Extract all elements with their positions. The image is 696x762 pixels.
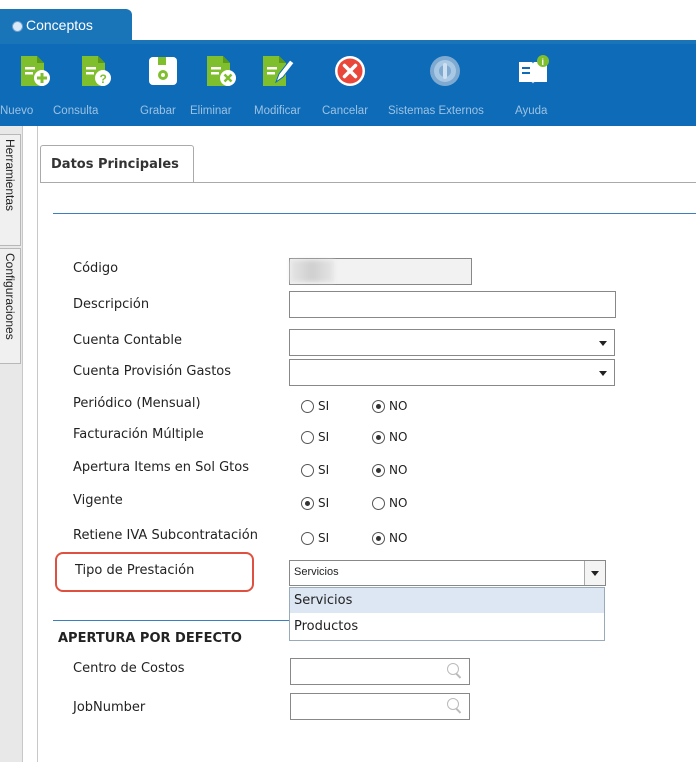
doc-query-icon: ?	[82, 56, 111, 86]
side-tab-label: Herramientas	[3, 139, 17, 212]
facturacion-no-radio[interactable]	[372, 431, 385, 444]
radio-no-label: NO	[389, 531, 408, 545]
dropdown-option-productos[interactable]: Productos	[290, 614, 604, 639]
apertura-items-label: Apertura Items en Sol Gtos	[73, 460, 249, 475]
tipo-prestacion-select[interactable]: Servicios	[289, 560, 606, 586]
radio-no-label: NO	[389, 399, 408, 413]
tipo-prestacion-dropdown: Servicios Productos	[289, 587, 605, 641]
chevron-down-icon	[599, 341, 607, 346]
facturacion-label: Facturación Múltiple	[73, 427, 204, 442]
cuenta-contable-select[interactable]	[289, 329, 615, 356]
apertura-title: APERTURA POR DEFECTO	[58, 631, 242, 646]
codigo-label: Código	[73, 261, 119, 276]
chevron-down-icon	[599, 371, 607, 376]
retiene-iva-no-radio[interactable]	[372, 532, 385, 545]
periodico-si-radio[interactable]	[301, 400, 314, 413]
cancelar-label: Cancelar	[322, 105, 369, 117]
sistemas-externos-button[interactable]: Sistemas Externos	[386, 44, 510, 126]
section-divider	[53, 213, 696, 214]
chevron-down-icon	[591, 571, 599, 576]
tab-conceptos[interactable]: Conceptos	[0, 9, 132, 44]
apertura-divider	[53, 620, 289, 621]
retiene-iva-si-radio[interactable]	[301, 532, 314, 545]
tab-label: Datos Principales	[51, 157, 179, 172]
jobnumber-label: JobNumber	[73, 700, 146, 715]
doc-add-icon	[21, 56, 50, 86]
radio-si-label: SI	[318, 463, 330, 477]
doc-delete-icon	[207, 56, 236, 86]
radio-si-label: SI	[318, 399, 330, 413]
jobnumber-input[interactable]	[290, 693, 470, 720]
radio-no-label: NO	[389, 463, 408, 477]
window-tab-bar: Conceptos	[0, 0, 696, 44]
nuevo-button[interactable]: Nuevo	[0, 44, 50, 126]
tipo-prestacion-label: Tipo de Prestación	[75, 563, 195, 578]
external-systems-icon	[430, 56, 460, 86]
radio-si-label: SI	[318, 430, 330, 444]
radio-si-label: SI	[318, 531, 330, 545]
retiene-iva-label: Retiene IVA Subcontratación	[73, 528, 258, 543]
side-tab-label: Configuraciones	[3, 253, 17, 340]
cuenta-contable-label: Cuenta Contable	[73, 333, 182, 348]
side-tab-configuraciones[interactable]: Configuraciones	[0, 248, 21, 364]
tab-baseline	[40, 182, 696, 183]
ayuda-label: Ayuda	[515, 105, 548, 117]
cuenta-provision-label: Cuenta Provisión Gastos	[73, 364, 232, 379]
eliminar-label: Eliminar	[190, 105, 232, 117]
cancelar-button[interactable]: Cancelar	[322, 44, 378, 126]
radio-no-label: NO	[389, 496, 408, 510]
radio-no-label: NO	[389, 430, 408, 444]
dropdown-option-servicios[interactable]: Servicios	[290, 588, 604, 613]
periodico-no-radio[interactable]	[372, 400, 385, 413]
tab-dot-icon	[12, 21, 23, 32]
tab-title: Conceptos	[26, 17, 93, 33]
centro-costos-input[interactable]	[290, 658, 470, 685]
side-tab-herramientas[interactable]: Herramientas	[0, 134, 21, 246]
search-icon[interactable]	[447, 663, 459, 675]
grabar-button[interactable]: Grabar	[140, 44, 184, 126]
tipo-prestacion-value: Servicios	[294, 566, 339, 578]
save-icon	[149, 57, 177, 85]
codigo-value-redacted	[290, 260, 334, 282]
tab-datos-principales[interactable]: Datos Principales	[40, 145, 194, 183]
descripcion-input[interactable]	[289, 291, 616, 318]
cancel-icon	[335, 56, 365, 86]
modificar-button[interactable]: Modificar	[254, 44, 316, 126]
vigente-no-radio[interactable]	[372, 497, 385, 510]
cuenta-provision-select[interactable]	[289, 359, 615, 386]
apertura-items-no-radio[interactable]	[372, 464, 385, 477]
consulta-button[interactable]: ? Consulta	[53, 44, 111, 126]
option-label: Servicios	[294, 593, 353, 608]
vigente-label: Vigente	[73, 493, 123, 508]
search-icon[interactable]	[447, 698, 459, 710]
apertura-items-si-radio[interactable]	[301, 464, 314, 477]
sistemas-externos-label: Sistemas Externos	[388, 105, 484, 117]
svg-text:i: i	[542, 57, 545, 67]
doc-edit-icon	[263, 56, 294, 86]
modificar-label: Modificar	[254, 105, 301, 117]
grabar-label: Grabar	[140, 105, 176, 117]
descripcion-label: Descripción	[73, 297, 150, 312]
option-label: Productos	[294, 619, 359, 634]
consulta-label: Consulta	[53, 105, 99, 117]
radio-si-label: SI	[318, 496, 330, 510]
svg-text:?: ?	[100, 72, 107, 86]
side-tab-strip: Herramientas Configuraciones	[0, 126, 23, 762]
help-book-icon: i	[519, 55, 549, 84]
vigente-si-radio[interactable]	[301, 497, 314, 510]
toolbar: Nuevo ? Consulta Grabar Eliminar Modific…	[0, 44, 696, 126]
centro-costos-label: Centro de Costos	[73, 661, 185, 676]
nuevo-label: Nuevo	[0, 105, 34, 117]
periodico-label: Periódico (Mensual)	[73, 396, 201, 411]
dropdown-button[interactable]	[584, 561, 605, 585]
eliminar-button[interactable]: Eliminar	[190, 44, 244, 126]
ayuda-button[interactable]: i Ayuda	[514, 44, 558, 126]
facturacion-si-radio[interactable]	[301, 431, 314, 444]
